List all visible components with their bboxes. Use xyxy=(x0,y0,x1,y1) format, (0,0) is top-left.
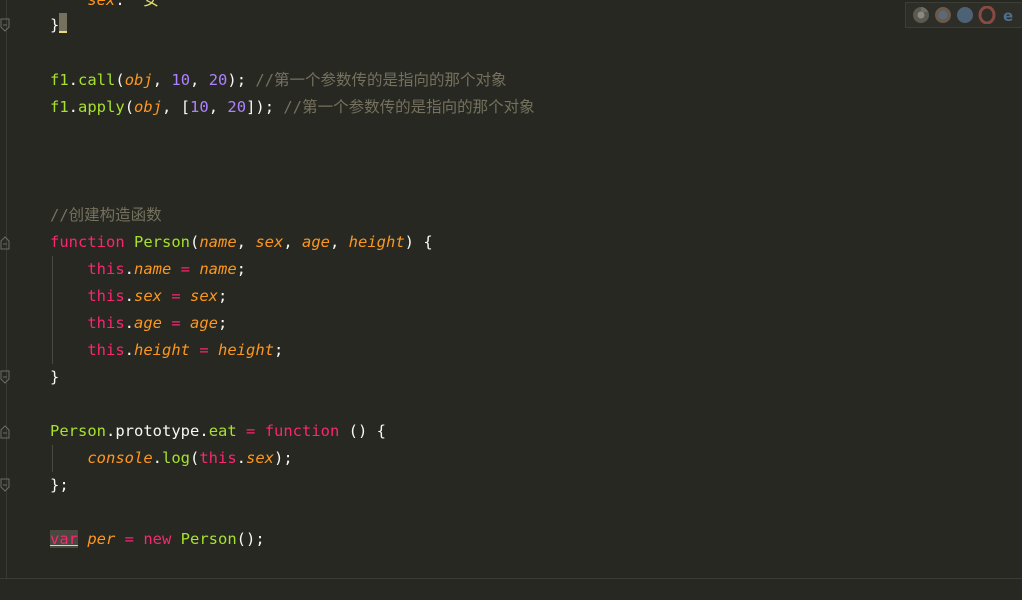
fold-end-icon[interactable] xyxy=(0,18,12,32)
code-line[interactable]: var per = new Person(); xyxy=(50,526,265,553)
opera-icon[interactable] xyxy=(978,5,996,25)
fold-start-icon[interactable] xyxy=(0,425,12,439)
code-line[interactable]: sex: "女" xyxy=(50,0,168,14)
ie-icon[interactable]: e xyxy=(1000,6,1018,25)
code-line[interactable]: console.log(this.sex); xyxy=(50,445,292,472)
text-cursor xyxy=(59,13,68,33)
status-bar xyxy=(0,578,1022,600)
var-keyword-warning[interactable]: var xyxy=(50,530,78,548)
fold-end-icon[interactable] xyxy=(0,478,12,492)
code-line[interactable]: Person.prototype.eat = function () { xyxy=(50,418,386,445)
code-line[interactable]: this.height = height; xyxy=(50,337,283,364)
code-line[interactable]: this.sex = sex; xyxy=(50,283,227,310)
code-line[interactable]: } xyxy=(50,364,59,391)
code-line[interactable]: } xyxy=(50,12,68,39)
code-line[interactable]: f1.apply(obj, [10, 20]); //第一个参数传的是指向的那个… xyxy=(50,94,535,121)
chrome-icon[interactable] xyxy=(912,6,930,24)
firefox-icon[interactable] xyxy=(934,6,952,24)
browser-preview-toolbar: e xyxy=(905,2,1022,28)
fold-start-icon[interactable] xyxy=(0,236,12,250)
code-line[interactable]: this.name = name; xyxy=(50,256,246,283)
code-line[interactable]: }; xyxy=(50,472,69,499)
fold-end-icon[interactable] xyxy=(0,370,12,384)
code-line[interactable]: f1.call(obj, 10, 20); //第一个参数传的是指向的那个对象 xyxy=(50,67,507,94)
safari-icon[interactable] xyxy=(956,6,974,24)
svg-text:e: e xyxy=(1003,7,1013,24)
code-editor[interactable]: sex: "女" } f1.call(obj, 10, 20); //第一个参数… xyxy=(0,0,1022,578)
code-line[interactable]: //创建构造函数 xyxy=(50,202,162,229)
code-line[interactable]: this.age = age; xyxy=(50,310,227,337)
code-line[interactable]: function Person(name, sex, age, height) … xyxy=(50,229,433,256)
